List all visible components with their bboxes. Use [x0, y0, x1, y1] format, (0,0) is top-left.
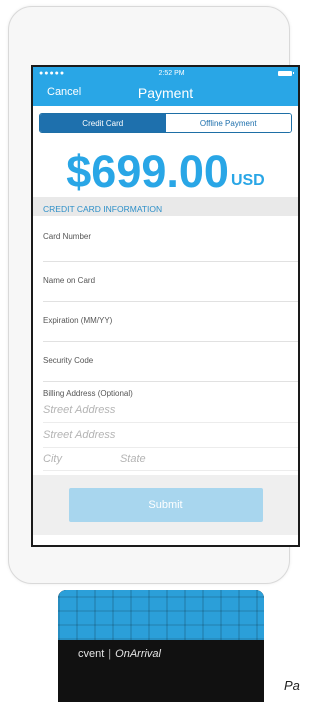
- page-title: Payment: [137, 84, 194, 101]
- signal-icon: ●●●●●: [39, 69, 66, 77]
- card-number-field[interactable]: Card Number: [43, 216, 298, 262]
- section-header: CREDIT CARD INFORMATION: [33, 197, 298, 216]
- caption-text: Pa: [284, 678, 300, 693]
- submit-area: Submit: [33, 475, 298, 535]
- tab-credit-card[interactable]: Credit Card: [40, 114, 166, 132]
- app-screen: ●●●●● 2:52 PM Cancel Payment Credit Card…: [31, 65, 300, 547]
- amount-value: $699.00: [66, 146, 229, 197]
- battery-icon: [278, 70, 294, 76]
- street-address-2-input[interactable]: Street Address: [43, 423, 298, 448]
- segmented-control: Credit Card Offline Payment: [39, 113, 292, 133]
- card-reader: cvent | OnArrival: [58, 590, 264, 702]
- status-bar: ●●●●● 2:52 PM: [33, 67, 298, 79]
- tab-offline-payment[interactable]: Offline Payment: [165, 114, 291, 132]
- nav-bar: Cancel Payment: [33, 79, 298, 106]
- payment-type-selector: Credit Card Offline Payment: [33, 106, 298, 133]
- name-on-card-field[interactable]: Name on Card: [43, 262, 298, 302]
- amount-currency: USD: [230, 172, 265, 189]
- card-reader-grip: [58, 590, 264, 640]
- onarrival-logo: OnArrival: [115, 648, 161, 660]
- security-code-field[interactable]: Security Code: [43, 342, 298, 382]
- cancel-button[interactable]: Cancel: [47, 86, 81, 98]
- city-state-row: City State: [43, 448, 298, 471]
- amount-display: $699.00 USD: [33, 133, 298, 197]
- street-address-1-input[interactable]: Street Address: [43, 398, 298, 423]
- status-time: 2:52 PM: [158, 69, 185, 77]
- city-input[interactable]: City: [43, 448, 62, 470]
- cvent-logo: cvent: [78, 648, 105, 660]
- submit-button[interactable]: Submit: [68, 488, 263, 522]
- state-input[interactable]: State: [120, 448, 146, 470]
- card-reader-label: cvent | OnArrival: [78, 648, 161, 660]
- billing-address-label: Billing Address (Optional): [43, 389, 133, 398]
- expiration-field[interactable]: Expiration (MM/YY): [43, 302, 298, 342]
- phone-device: ●●●●● 2:52 PM Cancel Payment Credit Card…: [8, 6, 300, 584]
